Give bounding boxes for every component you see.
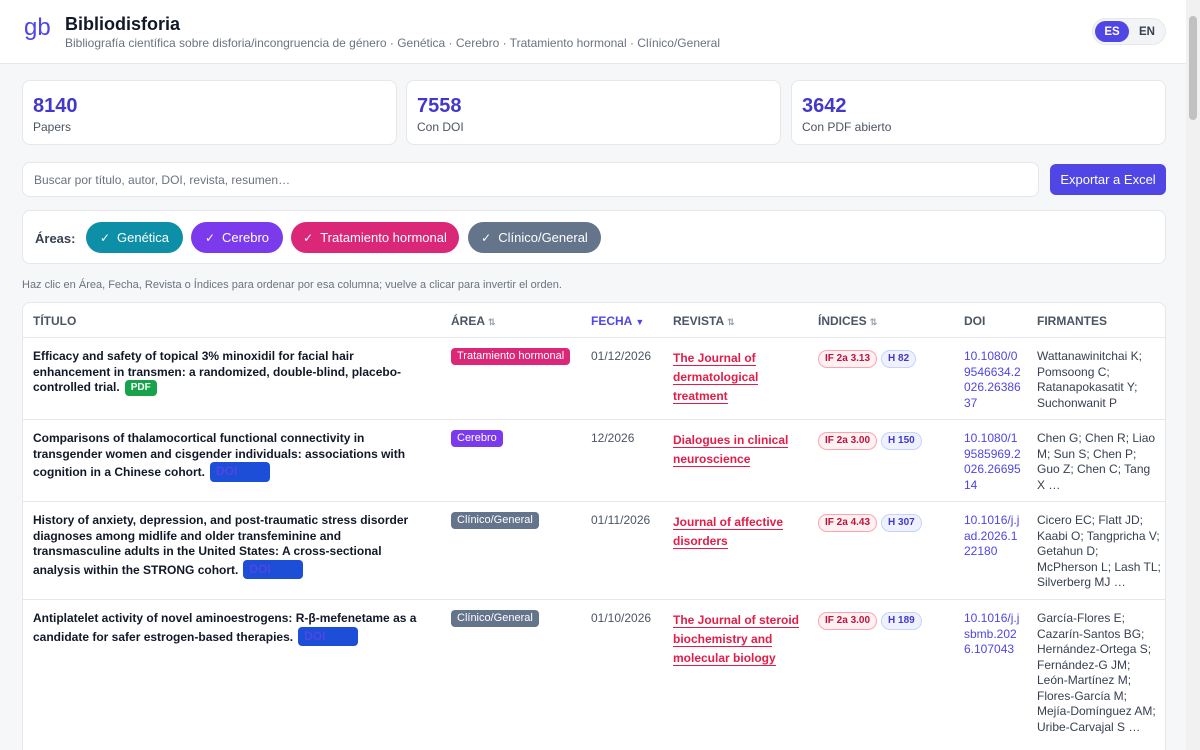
journal-link[interactable]: Journal of affective disorders [673, 513, 803, 551]
stat-value: 7558 [417, 95, 462, 117]
area-badge: Cerebro [451, 430, 503, 447]
table-row: Antiplatelet activity of novel aminoestr… [23, 600, 1165, 750]
chip-label: Genética [117, 230, 170, 245]
h-index-badge: H 82 [881, 350, 917, 368]
scrollbar-thumb[interactable] [1189, 16, 1197, 120]
area-badge: Clínico/General [451, 512, 539, 529]
language-switcher: ES EN [1092, 18, 1166, 45]
column-header-journal[interactable]: REVISTA ⇅ [673, 314, 735, 328]
app-title: Bibliodisforia [65, 14, 181, 34]
logo-letters: gb [24, 15, 51, 41]
table-row: Efficacy and safety of topical 3% minoxi… [23, 338, 1165, 420]
stat-value: 3642 [802, 95, 847, 117]
doi-tag[interactable]: DOI [243, 559, 304, 579]
column-header-title: TÍTULO [33, 314, 77, 328]
indices: IF 2a 3.13 H 82 [818, 348, 917, 368]
impact-factor-badge: IF 2a 3.13 [818, 350, 878, 368]
doi-tag[interactable]: DOI [210, 462, 271, 482]
stat-value: 8140 [33, 95, 78, 117]
column-header-authors: FIRMANTES [1037, 314, 1107, 328]
table-row: History of anxiety, depression, and post… [23, 502, 1165, 600]
journal-link[interactable]: The Journal of dermatological treatment [673, 349, 803, 406]
sort-hint: Haz clic en Área, Fecha, Revista o Índic… [22, 279, 562, 291]
area-filter-panel: Áreas: ✓ Genética ✓ Cerebro ✓ Tratamient… [22, 210, 1166, 264]
indices: IF 2a 3.00 H 150 [818, 430, 922, 450]
export-excel-button[interactable]: Exportar a Excel [1050, 164, 1166, 195]
check-icon: ✓ [204, 230, 216, 245]
indices: IF 2a 3.00 H 189 [818, 610, 922, 630]
area-chip-tratamiento-hormonal[interactable]: ✓ Tratamiento hormonal [291, 222, 459, 253]
h-index-badge: H 307 [881, 514, 922, 532]
indices: IF 2a 4.43 H 307 [818, 512, 922, 532]
paper-title[interactable]: Efficacy and safety of topical 3% minoxi… [33, 349, 431, 396]
area-badge: Clínico/General [451, 610, 539, 627]
chip-label: Cerebro [222, 230, 270, 245]
paper-authors: García-Flores E; Cazarín-Santos BG; Hern… [1037, 611, 1156, 734]
sort-icon: ⇅ [869, 317, 878, 327]
paper-title[interactable]: History of anxiety, depression, and post… [33, 513, 431, 579]
journal-link[interactable]: Dialogues in clinical neuroscience [673, 431, 803, 469]
h-index-badge: H 150 [881, 432, 922, 450]
column-header-area[interactable]: ÁREA ⇅ [451, 314, 496, 328]
check-icon: ✓ [303, 230, 314, 245]
journal-link[interactable]: The Journal of steroid biochemistry and … [673, 611, 803, 668]
table-header: TÍTULO ÁREA ⇅ FECHA ▼ REVISTA ⇅ ÍNDICES ⇅ DO… [23, 303, 1165, 338]
h-index-badge: H 189 [881, 612, 922, 630]
stat-label: Papers [33, 120, 72, 134]
paper-date: 01/11/2026 [591, 513, 651, 527]
stat-label: Con PDF abierto [802, 120, 892, 134]
area-chip-genetica[interactable]: ✓ Genética [86, 222, 183, 253]
column-header-date[interactable]: FECHA ▼ [591, 314, 644, 328]
table-row: Comparisons of thalamocortical functiona… [23, 420, 1165, 502]
language-en-button[interactable]: EN [1130, 21, 1164, 42]
doi-link[interactable]: 10.1016/j.jad.2026.122180 [964, 513, 1024, 560]
impact-factor-badge: IF 2a 3.00 [818, 612, 878, 630]
paper-authors: Wattanawinitchai K; Pomsoong C; Ratanapo… [1037, 349, 1142, 410]
impact-factor-badge: IF 2a 4.43 [818, 514, 878, 532]
area-badge: Tratamiento hormonal [451, 348, 571, 365]
impact-factor-badge: IF 2a 3.00 [818, 432, 878, 450]
sort-icon: ⇅ [488, 317, 496, 327]
pdf-tag[interactable]: PDF [124, 380, 157, 396]
papers-table: TÍTULO ÁREA ⇅ FECHA ▼ REVISTA ⇅ ÍNDICES ⇅ DO… [22, 302, 1166, 750]
stat-card-doi: 7558 Con DOI [406, 80, 781, 145]
column-header-indices[interactable]: ÍNDICES ⇅ [818, 314, 877, 328]
logo-icon: gb [24, 15, 51, 41]
language-es-button[interactable]: ES [1095, 21, 1129, 42]
areas-label: Áreas: [35, 231, 76, 246]
stat-card-pdf: 3642 Con PDF abierto [791, 80, 1166, 145]
area-chip-clinico-general[interactable]: ✓ Clínico/General [468, 222, 601, 253]
doi-link[interactable]: 10.1080/09546634.2026.2638637 [964, 349, 1024, 411]
stat-label: Con DOI [417, 120, 464, 134]
area-chip-cerebro[interactable]: ✓ Cerebro [191, 222, 283, 253]
column-header-doi: DOI [964, 314, 986, 328]
app-subtitle: Bibliografía científica sobre disforia/i… [65, 36, 720, 50]
paper-date: 01/10/2026 [591, 611, 652, 625]
app-header: gb Bibliodisforia Bibliografía científic… [0, 0, 1200, 64]
sort-icon: ⇅ [727, 317, 735, 327]
paper-date: 12/2026 [591, 431, 635, 445]
search-input[interactable] [22, 162, 1039, 197]
check-icon: ✓ [99, 230, 110, 245]
page-scrollbar[interactable] [1186, 0, 1200, 750]
doi-link[interactable]: 10.1016/j.jsbmb.2026.107043 [964, 611, 1024, 658]
check-icon: ✓ [481, 230, 492, 245]
paper-title[interactable]: Comparisons of thalamocortical functiona… [33, 431, 431, 482]
stat-card-papers: 8140 Papers [22, 80, 397, 145]
paper-authors: Chen G; Chen R; Liao M; Sun S; Chen P; G… [1037, 431, 1156, 492]
chip-label: Tratamiento hormonal [320, 230, 447, 245]
chip-label: Clínico/General [498, 230, 588, 245]
doi-link[interactable]: 10.1080/19585969.2026.2669514 [964, 431, 1024, 493]
paper-authors: Cicero EC; Flatt JD; Kaabi O; Tangpricha… [1037, 513, 1161, 589]
sort-desc-icon: ▼ [635, 317, 645, 327]
paper-date: 01/12/2026 [591, 349, 652, 363]
doi-tag[interactable]: DOI [298, 626, 359, 646]
paper-title[interactable]: Antiplatelet activity of novel aminoestr… [33, 611, 431, 646]
